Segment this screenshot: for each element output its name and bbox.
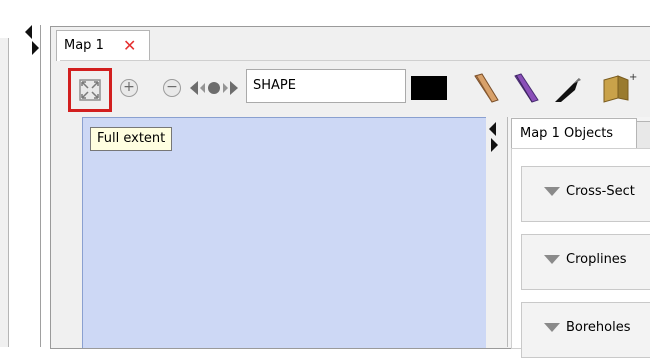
zoom-in-icon[interactable]: +	[120, 79, 138, 97]
section-label: Croplines	[566, 252, 627, 267]
tab-next[interactable]	[636, 121, 650, 148]
zoom-out-icon[interactable]: −	[163, 79, 181, 97]
section-cross-sections[interactable]: Cross-Sect	[521, 166, 650, 222]
chevron-down-icon	[544, 187, 560, 196]
brush-tool-icon[interactable]	[510, 72, 542, 106]
map-canvas[interactable]	[82, 117, 486, 348]
svg-text:+: +	[629, 72, 637, 83]
close-icon[interactable]: ✕	[123, 31, 136, 61]
full-extent-tooltip: Full extent	[90, 127, 173, 151]
tab-label: Map 1 Objects	[520, 126, 614, 141]
pen-tool-icon[interactable]	[470, 72, 502, 106]
full-extent-button[interactable]	[68, 68, 112, 112]
section-croplines[interactable]: Croplines	[521, 234, 650, 290]
shape-input[interactable]: SHAPE	[246, 69, 406, 103]
tab-map-1[interactable]: Map 1 ✕	[56, 30, 150, 61]
collapse-splitter-icon[interactable]	[21, 23, 41, 71]
left-divider	[40, 25, 41, 347]
chevron-down-icon	[544, 323, 560, 332]
collapse-splitter-icon[interactable]	[485, 120, 501, 160]
pan-icon[interactable]	[188, 78, 240, 98]
chevron-down-icon	[544, 255, 560, 264]
tab-label: Map 1	[64, 38, 104, 53]
full-extent-icon	[79, 79, 101, 101]
3d-add-icon[interactable]: +	[598, 70, 638, 106]
section-boreholes[interactable]: Boreholes	[521, 302, 650, 358]
section-label: Boreholes	[566, 320, 631, 335]
color-swatch[interactable]	[411, 76, 447, 100]
tab-map-1-objects[interactable]: Map 1 Objects	[511, 118, 637, 149]
section-label: Cross-Sect	[566, 184, 635, 199]
shape-value: SHAPE	[253, 78, 296, 93]
knife-tool-icon[interactable]	[553, 74, 585, 104]
left-panel-edge	[0, 38, 9, 347]
